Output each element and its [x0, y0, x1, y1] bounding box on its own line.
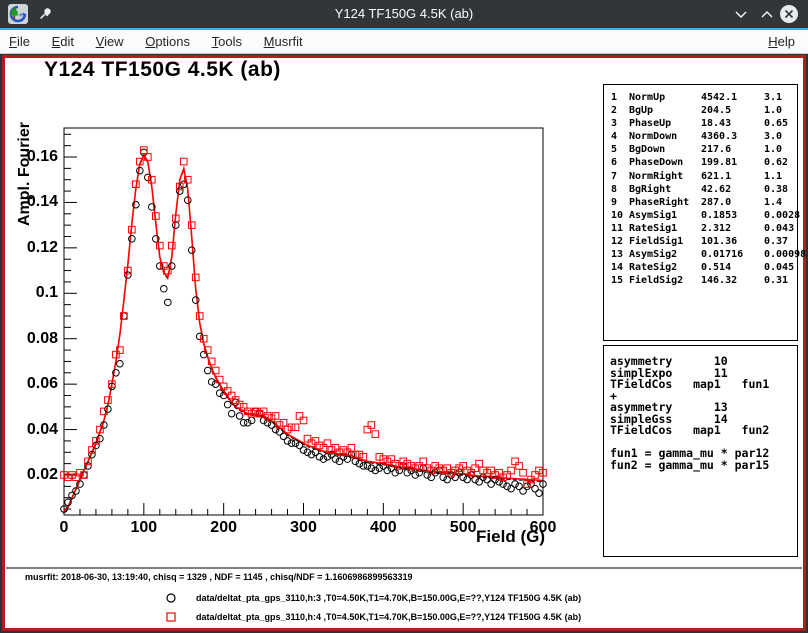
param-row-BgDown: 5BgDown217.61.0: [604, 144, 797, 157]
menubar: File Edit View Options Tools Musrfit Hel…: [0, 28, 808, 54]
menu-item-options[interactable]: Options: [136, 30, 199, 54]
legend-circle-icon: [165, 592, 177, 604]
param-row-AsymSig1: 10AsymSig10.18530.0028: [604, 210, 797, 223]
param-row-PhaseDown: 6PhaseDown199.810.62: [604, 157, 797, 170]
y-tick-label: 0.16: [18, 148, 58, 166]
minimize-button[interactable]: [730, 3, 752, 25]
legend-label: data/deltat_pta_gps_3110,h:4 ,T0=4.50K,T…: [196, 612, 581, 622]
menu-item-musrfit[interactable]: Musrfit: [255, 30, 312, 54]
param-row-RateSig1: 11RateSig12.3120.043: [604, 223, 797, 236]
plot-title: Y124 TF150G 4.5K (ab): [44, 58, 281, 82]
maximize-button[interactable]: [756, 3, 778, 25]
param-row-AsymSig2: 13AsymSig20.017160.00098: [604, 249, 797, 262]
param-row-NormUp: 1NormUp4542.13.1: [604, 92, 797, 105]
y-tick-label: 0.02: [18, 466, 58, 484]
musrfit-window: ++ Y124 TF150G 4.5K (ab) File Edit View …: [0, 0, 808, 633]
fit-parameters-pane: 1NormUp4542.13.12BgUp204.51.03PhaseUp18.…: [603, 84, 798, 341]
fit-status-line: musrfit: 2018-06-30, 13:19:40, chisq = 1…: [25, 572, 412, 582]
x-tick-label: 600: [518, 519, 568, 537]
y-tick-label: 0.04: [18, 421, 58, 439]
param-row-BgRight: 8BgRight42.620.38: [604, 184, 797, 197]
y-tick-label: 0.14: [18, 193, 58, 211]
param-row-FieldSig1: 12FieldSig1101.360.37: [604, 236, 797, 249]
x-tick-label: 100: [119, 519, 169, 537]
menu-item-tools[interactable]: Tools: [203, 30, 251, 54]
x-tick-label: 300: [279, 519, 329, 537]
x-tick-label: 400: [358, 519, 408, 537]
y-tick-label: 0.1: [18, 284, 58, 302]
menu-item-view[interactable]: View: [87, 30, 133, 54]
x-tick-label: 0: [39, 519, 89, 537]
x-tick-label: 500: [438, 519, 488, 537]
y-tick-label: 0.12: [18, 239, 58, 257]
param-row-BgUp: 2BgUp204.51.0: [604, 105, 797, 118]
param-row-RateSig2: 14RateSig20.5140.045: [604, 262, 797, 275]
legend-square-icon: [165, 611, 177, 623]
param-row-FieldSig2: 15FieldSig2146.320.31: [604, 275, 797, 288]
menu-item-help[interactable]: Help: [759, 30, 804, 49]
param-row-PhaseRight: 9PhaseRight287.01.4: [604, 197, 797, 210]
theory-pane: asymmetry 10 simplExpo 11 TFieldCos map1…: [603, 345, 798, 557]
y-tick-label: 0.06: [18, 375, 58, 393]
menu-item-edit[interactable]: Edit: [43, 30, 83, 54]
param-row-PhaseUp: 3PhaseUp18.430.65: [604, 118, 797, 131]
param-row-NormRight: 7NormRight621.11.1: [604, 171, 797, 184]
menu-item-file[interactable]: File: [0, 30, 39, 54]
window-title: Y124 TF150G 4.5K (ab): [0, 0, 808, 28]
window-titlebar[interactable]: ++ Y124 TF150G 4.5K (ab): [0, 0, 808, 28]
x-tick-label: 200: [199, 519, 249, 537]
legend-label: data/deltat_pta_gps_3110,h:3 ,T0=4.50K,T…: [196, 593, 581, 603]
param-row-NormDown: 4NormDown4360.33.0: [604, 131, 797, 144]
close-button[interactable]: [778, 3, 800, 25]
theory-text: asymmetry 10 simplExpo 11 TFieldCos map1…: [604, 346, 797, 471]
y-tick-label: 0.08: [18, 330, 58, 348]
